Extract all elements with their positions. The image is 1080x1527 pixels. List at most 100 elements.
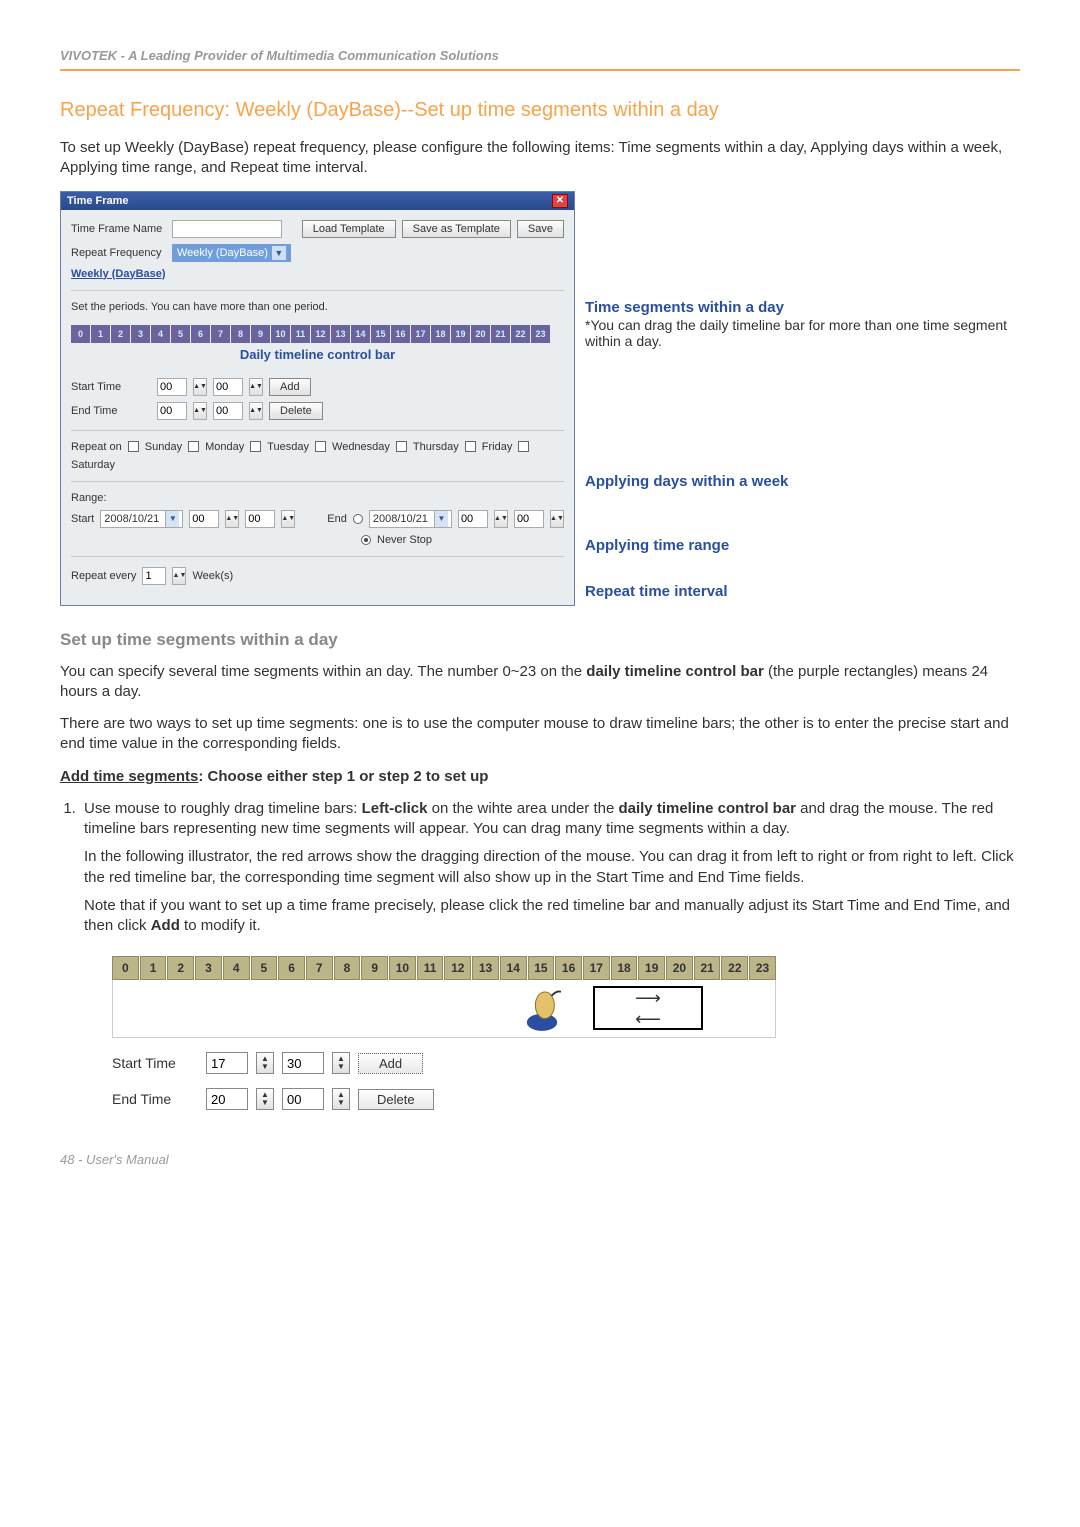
hour-cell: 7 (306, 956, 333, 980)
timeline-illustration: 0 1 2 3 4 5 6 7 8 9 10 11 12 13 14 15 16… (104, 948, 784, 1118)
spinner-icon[interactable]: ▲▼ (550, 510, 564, 528)
save-as-template-button[interactable]: Save as Template (402, 220, 511, 238)
bold-text: daily timeline control bar (618, 800, 796, 817)
bold-text: daily timeline control bar (586, 663, 764, 680)
hour-cell: 17 (583, 956, 610, 980)
hour-cell: 19 (638, 956, 665, 980)
hour-scale-small: 0 1 2 3 4 5 6 7 8 9 10 11 12 13 14 15 16… (71, 325, 564, 343)
end-minute-input[interactable] (213, 402, 243, 420)
hour-cell: 6 (278, 956, 305, 980)
hour-cell: 15 (371, 325, 390, 343)
day-checkbox[interactable] (396, 441, 407, 452)
start-hour-input[interactable] (206, 1052, 248, 1074)
hour-cell: 5 (171, 325, 190, 343)
day-checkbox[interactable] (188, 441, 199, 452)
start-date-value: 2008/10/21 (104, 513, 159, 525)
hour-cell: 21 (694, 956, 721, 980)
spinner-icon[interactable]: ▲▼ (332, 1052, 350, 1074)
end-hour-input[interactable] (206, 1088, 248, 1110)
day-checkbox[interactable] (128, 441, 139, 452)
divider (71, 290, 564, 291)
spinner-icon[interactable]: ▲▼ (193, 402, 207, 420)
dialog-titlebar: Time Frame ✕ (61, 192, 574, 210)
divider (71, 430, 564, 431)
start-date-select[interactable]: 2008/10/21 ▼ (100, 510, 183, 528)
hour-cell: 10 (271, 325, 290, 343)
day-label: Thursday (413, 441, 459, 453)
section-heading: Set up time segments within a day (60, 630, 1020, 650)
spinner-icon[interactable]: ▲▼ (256, 1088, 274, 1110)
arrow-right-icon: ⟶ (635, 988, 661, 1009)
hour-scale-large: 0 1 2 3 4 5 6 7 8 9 10 11 12 13 14 15 16… (112, 956, 776, 980)
hour-cell: 14 (351, 325, 370, 343)
day-checkbox[interactable] (465, 441, 476, 452)
range-start-hour[interactable] (189, 510, 219, 528)
hour-cell: 6 (191, 325, 210, 343)
weekly-daybase-link[interactable]: Weekly (DayBase) (71, 268, 564, 280)
hour-cell: 15 (528, 956, 555, 980)
start-time-label: Start Time (112, 1055, 198, 1071)
divider (71, 481, 564, 482)
dialog-title: Time Frame (67, 195, 129, 207)
save-button[interactable]: Save (517, 220, 564, 238)
periods-instruction: Set the periods. You can have more than … (71, 301, 564, 313)
day-checkbox[interactable] (250, 441, 261, 452)
hour-cell: 4 (151, 325, 170, 343)
start-hour-input[interactable] (157, 378, 187, 396)
hour-cell: 0 (71, 325, 90, 343)
arrow-left-icon: ⟵ (635, 1009, 661, 1030)
hour-cell: 16 (391, 325, 410, 343)
end-time-label: End Time (71, 405, 151, 417)
time-frame-dialog: Time Frame ✕ Time Frame Name Load Templa… (60, 191, 575, 606)
day-checkbox[interactable] (315, 441, 326, 452)
range-end-hour[interactable] (458, 510, 488, 528)
hour-cell: 18 (611, 956, 638, 980)
spinner-icon[interactable]: ▲▼ (249, 378, 263, 396)
spinner-icon[interactable]: ▲▼ (256, 1052, 274, 1074)
add-button[interactable]: Add (358, 1053, 423, 1074)
hour-cell: 12 (311, 325, 330, 343)
spinner-icon[interactable]: ▲▼ (172, 567, 186, 585)
spinner-icon[interactable]: ▲▼ (249, 402, 263, 420)
delete-button[interactable]: Delete (269, 402, 323, 420)
delete-button[interactable]: Delete (358, 1089, 434, 1110)
timeline-track[interactable]: ⟶ ⟵ (112, 980, 776, 1038)
start-minute-input[interactable] (282, 1052, 324, 1074)
spinner-icon[interactable]: ▲▼ (281, 510, 295, 528)
drag-direction-arrows: ⟶ ⟵ (593, 986, 703, 1030)
time-frame-name-input[interactable] (172, 220, 282, 238)
chevron-down-icon: ▼ (272, 246, 286, 260)
end-date-select[interactable]: 2008/10/21 ▼ (369, 510, 452, 528)
doc-header: VIVOTEK - A Leading Provider of Multimed… (60, 48, 1020, 69)
range-start-min[interactable] (245, 510, 275, 528)
range-end-min[interactable] (514, 510, 544, 528)
end-date-radio[interactable] (353, 514, 363, 524)
close-icon[interactable]: ✕ (552, 194, 568, 208)
hour-cell: 17 (411, 325, 430, 343)
load-template-button[interactable]: Load Template (302, 220, 396, 238)
hour-cell: 2 (167, 956, 194, 980)
range-end-label: End (327, 513, 347, 525)
day-checkbox[interactable] (518, 441, 529, 452)
repeat-frequency-value: Weekly (DayBase) (177, 247, 268, 259)
annot-applying-days: Applying days within a week (585, 473, 788, 491)
repeat-every-input[interactable] (142, 567, 166, 585)
range-start-label: Start (71, 513, 94, 525)
hour-cell: 8 (231, 325, 250, 343)
never-stop-radio[interactable] (361, 535, 371, 545)
end-minute-input[interactable] (282, 1088, 324, 1110)
spinner-icon[interactable]: ▲▼ (332, 1088, 350, 1110)
hour-cell: 13 (331, 325, 350, 343)
day-label: Wednesday (332, 441, 390, 453)
spinner-icon[interactable]: ▲▼ (193, 378, 207, 396)
end-hour-input[interactable] (157, 402, 187, 420)
range-label: Range: (71, 492, 564, 504)
hour-cell: 7 (211, 325, 230, 343)
add-button[interactable]: Add (269, 378, 311, 396)
spinner-icon[interactable]: ▲▼ (494, 510, 508, 528)
repeat-frequency-select[interactable]: Weekly (DayBase) ▼ (172, 244, 291, 262)
start-minute-input[interactable] (213, 378, 243, 396)
start-time-label: Start Time (71, 381, 151, 393)
intro-paragraph: To set up Weekly (DayBase) repeat freque… (60, 138, 1020, 179)
spinner-icon[interactable]: ▲▼ (225, 510, 239, 528)
